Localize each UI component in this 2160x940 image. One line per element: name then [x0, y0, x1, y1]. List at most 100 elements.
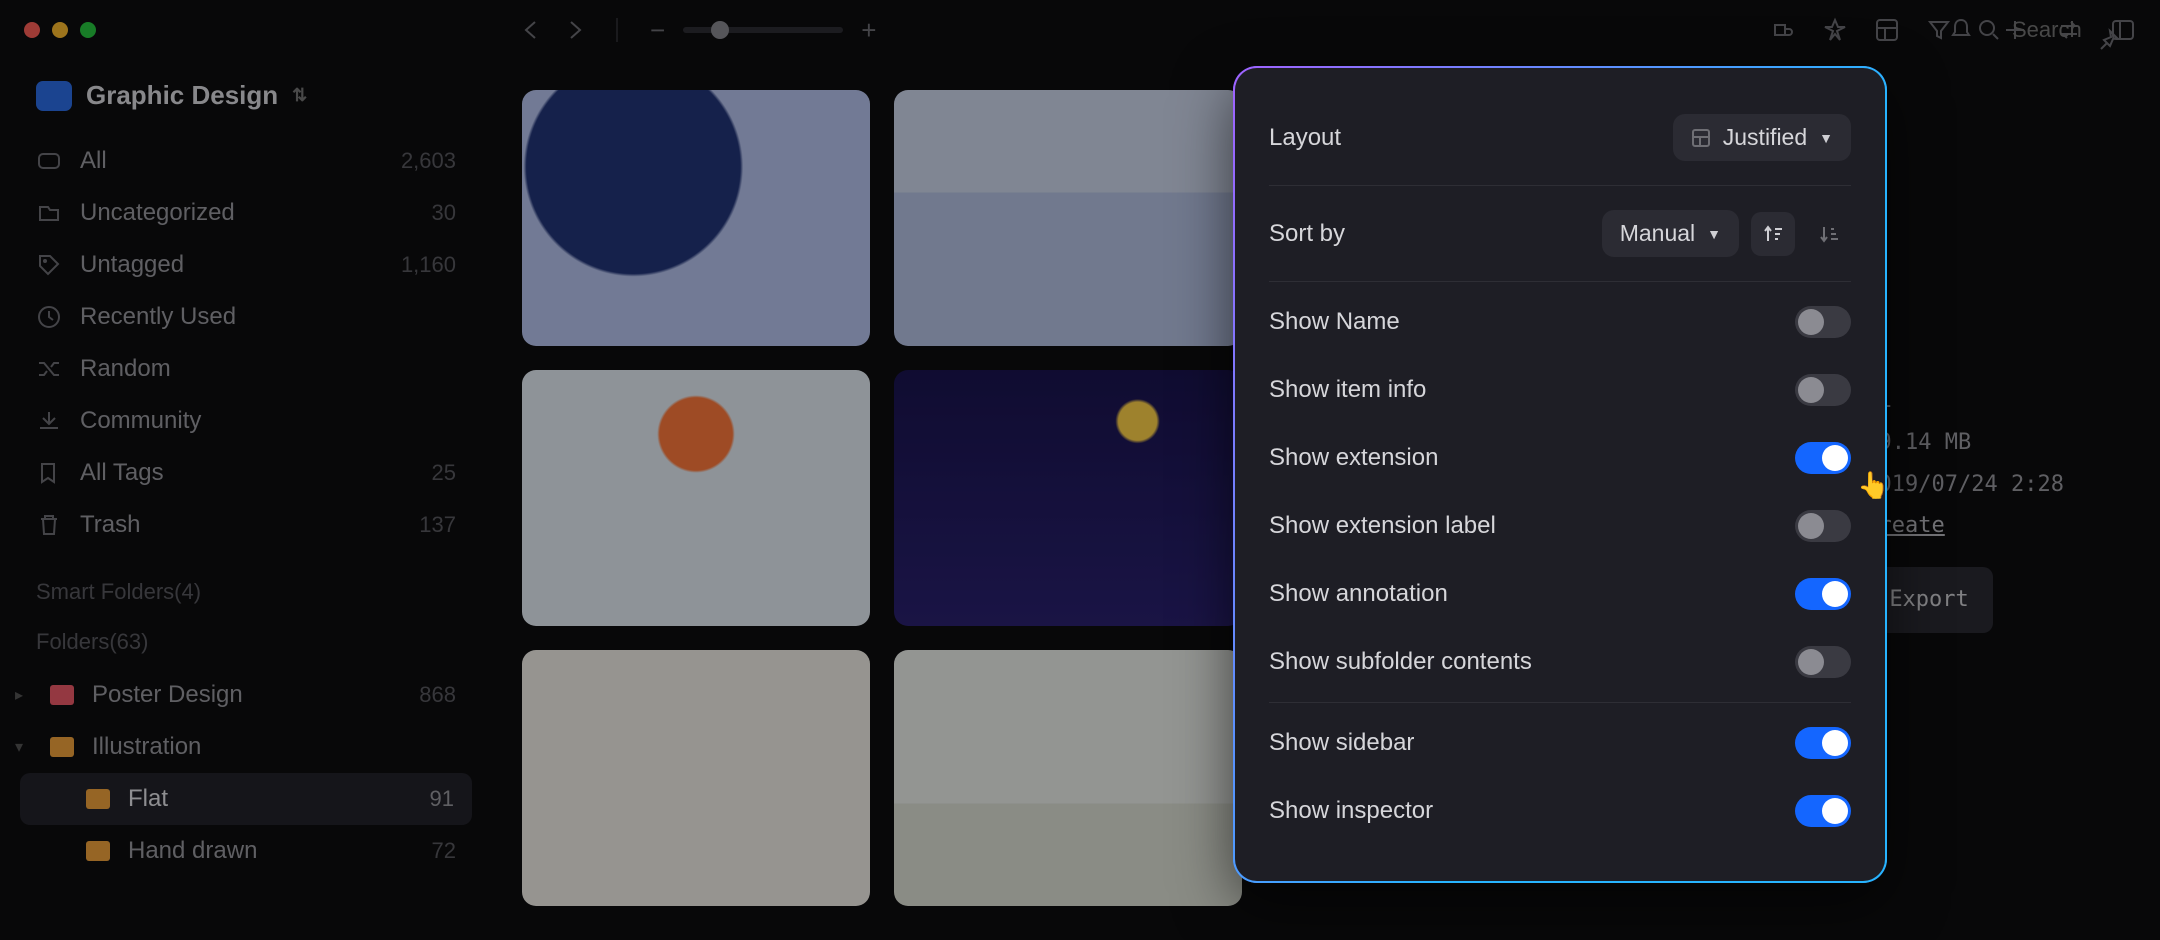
thumbnail[interactable] [894, 90, 1242, 346]
toggle-knob [1822, 730, 1848, 756]
sidebar-item-trash[interactable]: Trash 137 [0, 499, 492, 551]
thumbnail[interactable] [522, 370, 870, 626]
folder-label: Illustration [92, 733, 201, 761]
folder-flat[interactable]: Flat 91 [20, 773, 472, 825]
sidebar-item-label: Trash [80, 511, 140, 539]
sidebar-item-count: 1,160 [401, 252, 456, 278]
sort-descending-button[interactable] [1807, 212, 1851, 256]
view-toggle-row: Show inspector [1269, 777, 1851, 845]
view-toggle-row: Show extension label [1269, 492, 1851, 560]
toggle-switch[interactable] [1795, 510, 1851, 542]
folder-icon [50, 685, 74, 705]
folder-poster-design[interactable]: ▸ Poster Design 868 [0, 669, 492, 721]
folder-label: Poster Design [92, 681, 243, 709]
inspector-size: 69.14 MB [1865, 422, 2064, 464]
sidebar-item-untagged[interactable]: Untagged 1,160 [0, 239, 492, 291]
thumbnail[interactable] [894, 370, 1242, 626]
library-icon [36, 81, 72, 111]
chevron-updown-icon: ⇅ [292, 85, 307, 106]
sidebar-item-community[interactable]: Community [0, 395, 492, 447]
view-toggle-row: Show Name [1269, 288, 1851, 356]
sidebar-item-count: 25 [432, 460, 456, 486]
sidebar-item-uncategorized[interactable]: Uncategorized 30 [0, 187, 492, 239]
back-button[interactable] [520, 19, 542, 41]
sidebar-item-all[interactable]: All 2,603 [0, 135, 492, 187]
disclosure-triangle-icon[interactable]: ▾ [6, 737, 32, 757]
zoom-out-button[interactable]: − [650, 15, 665, 46]
toggle-switch[interactable] [1795, 374, 1851, 406]
window-close-button[interactable] [24, 22, 40, 38]
zoom-in-button[interactable]: + [861, 15, 876, 46]
toggle-label: Show annotation [1269, 580, 1448, 608]
toggle-label: Show subfolder contents [1269, 648, 1532, 676]
folder-label: Hand drawn [128, 837, 257, 865]
sort-label: Sort by [1269, 220, 1345, 248]
top-toolbar: − + [492, 0, 2160, 60]
thumbnail[interactable] [894, 650, 1242, 906]
sidebar-item-random[interactable]: Random [0, 343, 492, 395]
inspector-create-link[interactable]: Create [1865, 505, 2064, 547]
smart-folders-header[interactable]: Smart Folders(4) [0, 551, 492, 619]
chevron-down-icon: ▼ [1819, 130, 1833, 146]
filter-icon[interactable] [1926, 17, 1952, 43]
sort-dropdown[interactable]: Manual ▼ [1602, 210, 1739, 257]
chevron-down-icon: ▼ [1707, 226, 1721, 242]
toggle-knob [1798, 513, 1824, 539]
inspector-date: 2019/07/24 2:28 [1865, 464, 2064, 506]
folder-hand-drawn[interactable]: Hand drawn 72 [0, 825, 492, 877]
toggle-knob [1798, 649, 1824, 675]
folder-illustration[interactable]: ▾ Illustration [0, 721, 492, 773]
view-options-popover: Layout Justified ▼ Sort by Manual ▼ Show… [1235, 68, 1885, 881]
folders-header[interactable]: Folders(63) [0, 619, 492, 669]
disclosure-triangle-icon[interactable]: ▸ [6, 685, 32, 705]
view-toggle-row: Show annotation [1269, 560, 1851, 628]
forward-button[interactable] [564, 19, 586, 41]
layout-icon[interactable] [1874, 17, 1900, 43]
thumbnail[interactable] [522, 650, 870, 906]
sidebar-item-label: Uncategorized [80, 199, 235, 227]
thumbnail[interactable] [522, 90, 870, 346]
folder-count: 72 [432, 838, 456, 864]
toggle-label: Show Name [1269, 308, 1400, 336]
sort-ascending-button[interactable] [1751, 212, 1795, 256]
layout-value: Justified [1723, 124, 1807, 151]
view-toggle-row: Show subfolder contents [1269, 628, 1851, 696]
toggle-label: Show extension label [1269, 512, 1496, 540]
sidebar-item-label: All [80, 147, 107, 175]
sidebar-item-label: Untagged [80, 251, 184, 279]
toggle-switch[interactable] [1795, 646, 1851, 678]
sidebar-item-recent[interactable]: Recently Used [0, 291, 492, 343]
library-selector[interactable]: Graphic Design ⇅ [0, 80, 492, 135]
sidebar-item-label: All Tags [80, 459, 164, 487]
sidebar-item-alltags[interactable]: All Tags 25 [0, 447, 492, 499]
zoom-slider[interactable] [683, 27, 843, 33]
sidebar-item-label: Community [80, 407, 201, 435]
folder-icon [86, 841, 110, 861]
toggle-switch[interactable] [1795, 442, 1851, 474]
sidebar-item-count: 2,603 [401, 148, 456, 174]
layout-grid-icon [1691, 128, 1711, 148]
toggle-switch[interactable] [1795, 727, 1851, 759]
window-minimize-button[interactable] [52, 22, 68, 38]
extensions-icon[interactable] [1770, 17, 1796, 43]
toggle-knob [1822, 798, 1848, 824]
folder-icon [50, 737, 74, 757]
actions-icon[interactable] [1822, 17, 1848, 43]
view-toggle-row: Show extension [1269, 424, 1851, 492]
toggle-switch[interactable] [1795, 306, 1851, 338]
toggle-switch[interactable] [1795, 795, 1851, 827]
cursor-pointer-icon: 👆 [1857, 470, 1889, 501]
window-zoom-button[interactable] [80, 22, 96, 38]
toggle-switch[interactable] [1795, 578, 1851, 610]
toggle-knob [1798, 309, 1824, 335]
folder-icon [86, 789, 110, 809]
zoom-thumb[interactable] [711, 21, 729, 39]
sort-value: Manual [1620, 220, 1695, 247]
view-toggle-row: Show item info [1269, 356, 1851, 424]
pin-icon[interactable] [2096, 28, 2120, 52]
layout-dropdown[interactable]: Justified ▼ [1673, 114, 1851, 161]
toggle-label: Show inspector [1269, 797, 1433, 825]
sidebar-item-label: Recently Used [80, 303, 236, 331]
sidebar-item-count: 30 [432, 200, 456, 226]
library-name: Graphic Design [86, 80, 278, 111]
